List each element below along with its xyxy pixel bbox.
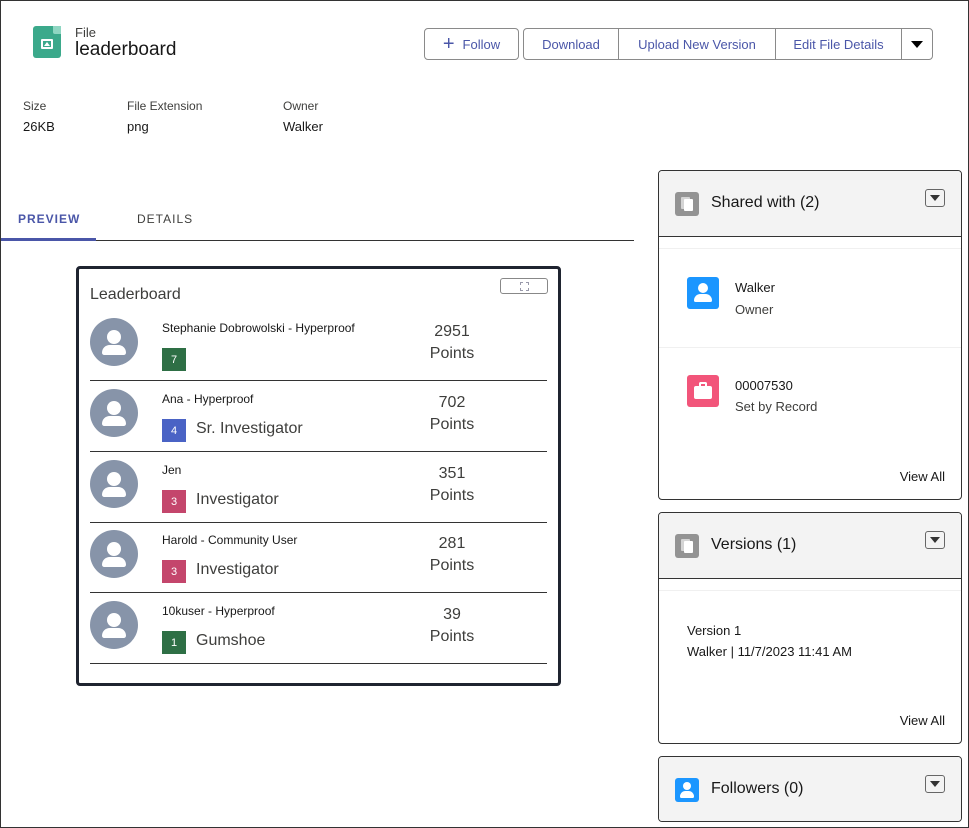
file-preview: Leaderboard Stephanie Dobrowolski - Hype… (76, 266, 561, 686)
rank-badge: 3 (162, 560, 186, 583)
user-icon (675, 778, 699, 802)
card-title: Shared with (2) (711, 194, 820, 211)
share-role: Set by Record (735, 399, 818, 414)
leaderboard-name: 10kuser - Hyperproof (162, 604, 275, 618)
rank-badge: 7 (162, 348, 186, 371)
tab-active-indicator (1, 238, 96, 241)
case-icon (687, 375, 719, 407)
version-detail: Walker | 11/7/2023 11:41 AM (687, 644, 853, 659)
followers-card: Followers (0) (658, 756, 962, 822)
points-label: Points (429, 487, 475, 504)
share-name[interactable]: Walker (735, 280, 775, 295)
leaderboard-points: 351 Points (412, 463, 492, 507)
download-button[interactable]: Download (523, 28, 619, 60)
points-label: Points (429, 416, 475, 433)
leaderboard-name: Ana - Hyperproof (162, 392, 254, 406)
follow-button[interactable]: + Follow (424, 28, 519, 60)
leaderboard-points: 39 Points (412, 604, 492, 648)
points-label: Points (429, 345, 475, 362)
edit-file-details-button[interactable]: Edit File Details (775, 28, 902, 60)
expand-icon (519, 281, 529, 291)
record-page: File leaderboard + Follow Download Uploa… (0, 0, 969, 828)
card-header: Versions (1) (659, 513, 961, 579)
field-label: Owner (283, 99, 319, 113)
share-name[interactable]: 00007530 (735, 378, 793, 393)
field-value: png (127, 119, 149, 134)
rank-badge: 4 (162, 419, 186, 442)
leaderboard-points: 281 Points (412, 533, 492, 577)
avatar (90, 389, 138, 437)
avatar (90, 460, 138, 508)
shared-with-card: Shared with (2) Walker Owner 00007530 Se… (658, 170, 962, 500)
leaderboard-name: Jen (162, 463, 182, 477)
chevron-down-icon (930, 195, 940, 201)
view-all-link[interactable]: View All (900, 713, 945, 728)
card-title: Versions (1) (711, 536, 797, 553)
card-header: Followers (0) (659, 757, 961, 821)
leaderboard-row: Stephanie Dobrowolski - Hyperproof 7 295… (90, 310, 547, 381)
points-label: Points (429, 628, 475, 645)
points-value: 702 (438, 394, 466, 411)
card-menu-button[interactable] (925, 189, 945, 207)
share-role: Owner (735, 302, 774, 317)
avatar (90, 601, 138, 649)
files-icon (675, 534, 699, 558)
tab-preview[interactable]: PREVIEW (18, 212, 80, 226)
divider (659, 590, 961, 591)
leaderboard-name: Stephanie Dobrowolski - Hyperproof (162, 321, 355, 335)
field-label: File Extension (127, 99, 203, 113)
field-file-extension: File Extension png (127, 99, 202, 134)
card-header: Shared with (2) (659, 171, 961, 237)
expand-button[interactable] (500, 278, 548, 294)
tab-details[interactable]: DETAILS (137, 212, 193, 226)
upload-new-version-button[interactable]: Upload New Version (618, 28, 776, 60)
leaderboard-row: Jen 3 Investigator 351 Points (90, 452, 547, 523)
leaderboard-row: Harold - Community User 3 Investigator 2… (90, 522, 547, 593)
chevron-down-icon (911, 40, 923, 48)
points-value: 281 (438, 535, 466, 552)
chevron-down-icon (930, 781, 940, 787)
file-image-icon (33, 26, 61, 58)
leaderboard-level: Sr. Investigator (196, 420, 303, 437)
view-all-link[interactable]: View All (900, 469, 945, 484)
leaderboard-level: Investigator (196, 561, 279, 578)
leaderboard-name: Harold - Community User (162, 533, 298, 547)
leaderboard-points: 702 Points (412, 392, 492, 436)
points-value: 351 (438, 465, 466, 482)
points-value: 2951 (434, 323, 470, 340)
leaderboard-level: Investigator (196, 491, 279, 508)
rank-badge: 1 (162, 631, 186, 654)
field-label: Size (23, 99, 47, 113)
card-menu-button[interactable] (925, 531, 945, 549)
divider (659, 347, 961, 348)
follow-label: Follow (462, 36, 501, 52)
plus-icon: + (442, 33, 455, 55)
avatar (90, 530, 138, 578)
points-value: 39 (443, 606, 461, 623)
field-value[interactable]: Walker (283, 119, 323, 134)
rank-badge: 3 (162, 490, 186, 513)
more-actions-button[interactable] (901, 28, 933, 60)
divider (659, 248, 961, 249)
field-size: Size 26KB (23, 99, 55, 134)
field-owner: Owner Walker (283, 99, 323, 134)
versions-card: Versions (1) Version 1 Walker | 11/7/202… (658, 512, 962, 744)
files-icon (675, 192, 699, 216)
page-title: leaderboard (75, 39, 177, 60)
leaderboard-row: 10kuser - Hyperproof 1 Gumshoe 39 Points (90, 593, 547, 664)
object-label: File (75, 25, 96, 40)
user-icon (687, 277, 719, 309)
leaderboard-title: Leaderboard (90, 286, 181, 303)
version-label[interactable]: Version 1 (687, 623, 741, 638)
leaderboard-level: Gumshoe (196, 632, 266, 649)
leaderboard-points: 2951 Points (412, 321, 492, 365)
leaderboard-row: Ana - Hyperproof 4 Sr. Investigator 702 P… (90, 381, 547, 452)
card-menu-button[interactable] (925, 775, 945, 793)
chevron-down-icon (930, 537, 940, 543)
points-label: Points (429, 557, 475, 574)
field-value: 26KB (23, 119, 55, 134)
avatar (90, 318, 138, 366)
card-title: Followers (0) (711, 780, 804, 797)
